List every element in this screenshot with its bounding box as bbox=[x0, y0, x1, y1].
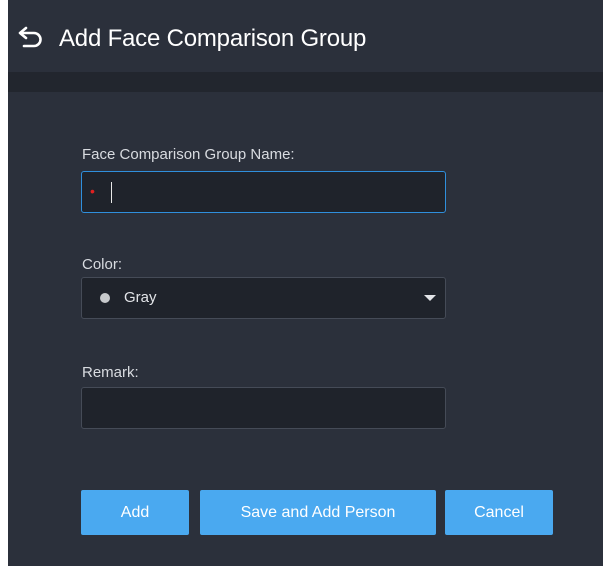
save-and-add-person-button[interactable]: Save and Add Person bbox=[200, 490, 436, 535]
add-button[interactable]: Add bbox=[81, 490, 189, 535]
chevron-down-icon bbox=[424, 295, 436, 301]
text-cursor bbox=[111, 182, 112, 203]
color-selected-value: Gray bbox=[124, 289, 157, 306]
cancel-button[interactable]: Cancel bbox=[445, 490, 553, 535]
color-swatch-icon bbox=[100, 293, 110, 303]
add-face-comparison-group-dialog: Add Face Comparison Group Face Compariso… bbox=[8, 0, 603, 566]
remark-label: Remark: bbox=[82, 364, 139, 381]
group-name-input[interactable] bbox=[118, 172, 442, 214]
required-marker: • bbox=[90, 183, 95, 199]
group-name-label: Face Comparison Group Name: bbox=[82, 146, 295, 163]
remark-field[interactable] bbox=[81, 387, 446, 430]
color-label: Color: bbox=[82, 256, 123, 273]
page-title: Add Face Comparison Group bbox=[59, 25, 367, 52]
remark-input[interactable] bbox=[92, 388, 416, 430]
back-button[interactable] bbox=[16, 26, 42, 50]
back-arrow-icon bbox=[18, 26, 42, 48]
group-name-field[interactable]: • bbox=[81, 171, 446, 214]
dialog-header: Add Face Comparison Group bbox=[8, 0, 603, 72]
header-divider bbox=[8, 72, 603, 92]
color-select[interactable]: Gray bbox=[81, 277, 446, 319]
group-form: Face Comparison Group Name: • Color: Gra… bbox=[8, 92, 603, 566]
